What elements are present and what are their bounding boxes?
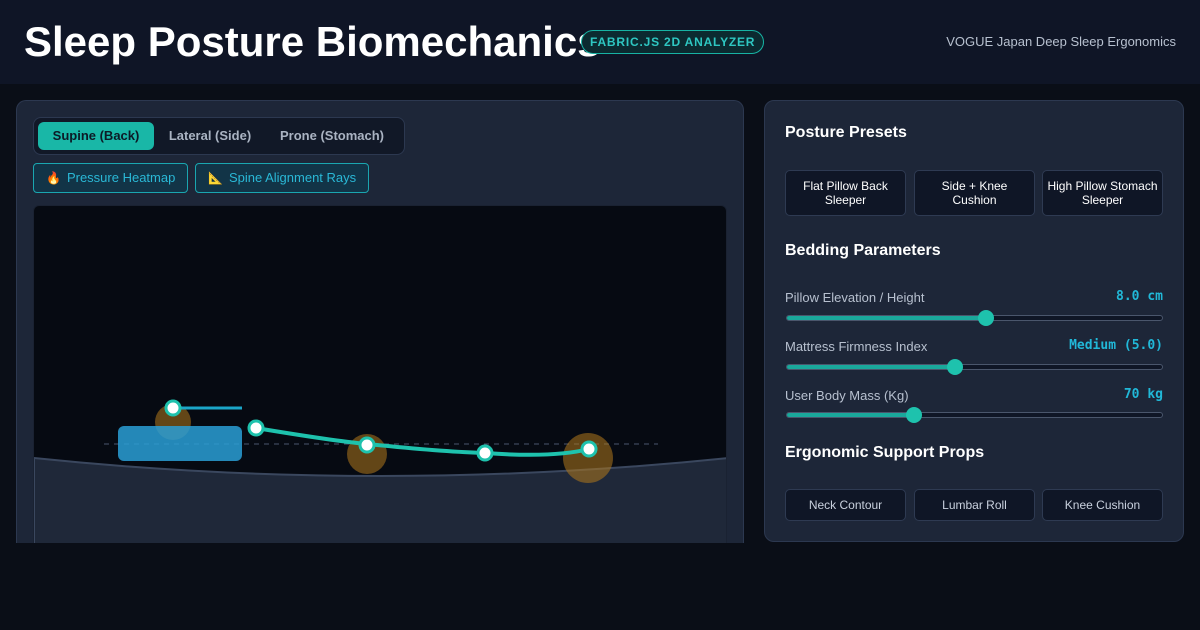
analyzer-badge: FABRIC.JS 2D ANALYZER — [581, 30, 765, 54]
app-header: Sleep Posture Biomechanics FABRIC.JS 2D … — [0, 0, 1200, 84]
slider-thumb[interactable] — [977, 310, 994, 326]
pillow-shape[interactable] — [118, 426, 242, 461]
preset-side-knee-cushion-button[interactable]: Side + Knee Cushion — [914, 170, 1035, 216]
slider-track — [786, 364, 1163, 370]
slider-track — [786, 412, 1163, 418]
lumbar-joint[interactable] — [476, 444, 494, 462]
triangular-ruler-icon: 📐 — [208, 171, 223, 185]
slider-fill — [787, 413, 915, 417]
pillow-height-value: 8.0 cm — [1116, 289, 1163, 304]
slider-track — [786, 315, 1163, 321]
head-joint[interactable] — [164, 399, 182, 417]
body-mass-value: 70 kg — [1123, 387, 1163, 402]
tab-lateral[interactable]: Lateral (Side) — [156, 122, 264, 150]
slider-thumb[interactable] — [946, 359, 963, 375]
header-subtitle: VOGUE Japan Deep Sleep Ergonomics — [946, 34, 1176, 49]
tab-prone[interactable]: Prone (Stomach) — [266, 122, 398, 150]
posture-presets-title: Posture Presets — [785, 124, 907, 141]
slider-fill — [787, 365, 955, 369]
posture-drawing — [34, 399, 726, 543]
controls-panel: Posture Presets Flat Pillow Back Sleeper… — [764, 100, 1184, 542]
body-mass-slider[interactable] — [786, 407, 1163, 423]
preset-high-pillow-stomach-button[interactable]: High Pillow Stomach Sleeper — [1042, 170, 1163, 216]
mattress-firmness-label: Mattress Firmness Index — [785, 339, 928, 354]
tab-supine[interactable]: Supine (Back) — [38, 122, 154, 150]
bedding-parameters-title: Bedding Parameters — [785, 242, 941, 259]
lumbar-roll-button[interactable]: Lumbar Roll — [914, 489, 1035, 521]
slider-thumb[interactable] — [906, 407, 923, 423]
support-props-title: Ergonomic Support Props — [785, 444, 985, 461]
spine-curve — [254, 426, 591, 457]
spine-alignment-toggle[interactable]: 📐 Spine Alignment Rays — [195, 163, 370, 193]
fire-icon: 🔥 — [46, 171, 61, 185]
pillow-height-label: Pillow Elevation / Height — [785, 290, 925, 305]
pillow-height-slider[interactable] — [786, 310, 1163, 326]
neck-joint[interactable] — [247, 419, 265, 437]
posture-canvas[interactable] — [33, 205, 727, 543]
mattress-firmness-slider[interactable] — [786, 359, 1163, 375]
spine-alignment-label: Spine Alignment Rays — [228, 170, 357, 185]
mattress-firmness-value: Medium (5.0) — [1069, 338, 1163, 353]
neck-contour-button[interactable]: Neck Contour — [785, 489, 906, 521]
body-mass-label: User Body Mass (Kg) — [785, 388, 909, 403]
preset-flat-pillow-back-button[interactable]: Flat Pillow Back Sleeper — [785, 170, 906, 216]
knee-cushion-button[interactable]: Knee Cushion — [1042, 489, 1163, 521]
hip-pressure-zone — [563, 433, 613, 483]
shoulder-joint[interactable] — [358, 436, 376, 454]
mattress-surface — [34, 456, 726, 543]
pressure-heatmap-label: Pressure Heatmap — [66, 170, 176, 185]
page-title: Sleep Posture Biomechanics — [24, 18, 601, 65]
hip-joint[interactable] — [580, 440, 598, 458]
posture-canvas-panel: Supine (Back) Lateral (Side) Prone (Stom… — [16, 100, 744, 543]
pressure-heatmap-toggle[interactable]: 🔥 Pressure Heatmap — [33, 163, 189, 193]
posture-tabs: Supine (Back) Lateral (Side) Prone (Stom… — [33, 117, 405, 155]
slider-fill — [787, 316, 986, 320]
